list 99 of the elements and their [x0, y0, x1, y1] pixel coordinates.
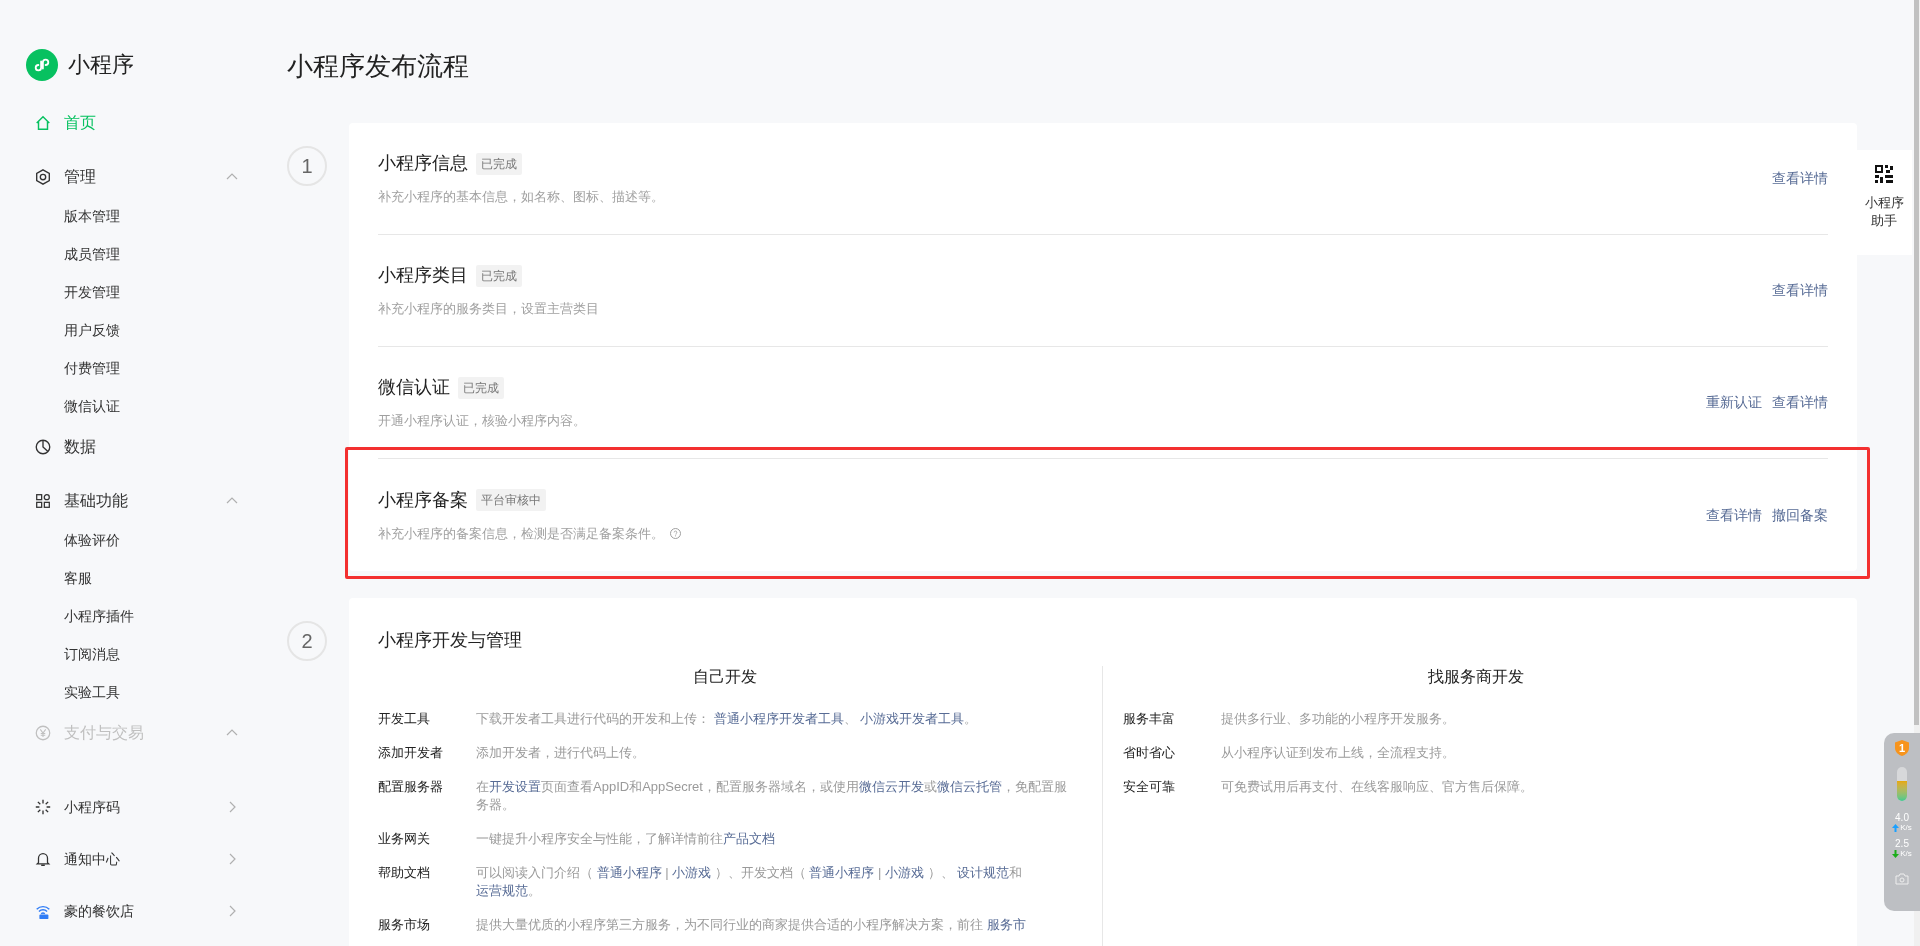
action-link[interactable]: 查看详情: [1772, 392, 1828, 413]
page-title: 小程序发布流程: [287, 50, 470, 83]
action-link[interactable]: 查看详情: [1772, 280, 1828, 301]
row-label: 添加开发者: [378, 744, 444, 762]
action-link[interactable]: 撤回备案: [1772, 504, 1828, 526]
row-description: 一键提升小程序安全与性能，了解详情前往产品文档: [476, 830, 775, 848]
sidebar-group-header[interactable]: 管理: [26, 157, 260, 197]
task-title: 微信认证: [378, 376, 450, 400]
text-link[interactable]: 服务市: [986, 917, 1026, 932]
group-label: 支付与交易: [64, 723, 144, 743]
row-description: 可以阅读入门介绍（ 普通小程序 | 小游戏 ）、开发文档（ 普通小程序 | 小游戏 ）、 设计规范和 运营规范。: [476, 864, 1024, 900]
task-description: 补充小程序的服务类目，设置主营类目: [378, 300, 599, 319]
text-link[interactable]: 普通小程序: [596, 865, 662, 880]
scrollbar-thumb[interactable]: [1914, 0, 1919, 725]
action-link[interactable]: 查看详情: [1706, 504, 1762, 526]
status-tag: 已完成: [476, 264, 522, 287]
text-link[interactable]: 设计规范: [957, 865, 1010, 880]
group-label: 管理: [64, 167, 96, 187]
sidebar-subitem[interactable]: 成员管理: [26, 235, 260, 273]
row-description: 提供多行业、多功能的小程序开发服务。: [1221, 710, 1455, 728]
task-description: 补充小程序的基本信息，如名称、图标、描述等。: [378, 188, 664, 207]
speed-unit: K/s: [1900, 849, 1912, 859]
camera-icon[interactable]: [1895, 873, 1909, 885]
row-description: 可免费试用后再支付、在线客服响应、官方售后保障。: [1221, 778, 1533, 796]
assistant-label: 小程序助手: [1863, 194, 1905, 230]
sidebar-subitem[interactable]: 用户反馈: [26, 311, 260, 349]
task-title: 小程序信息: [378, 152, 468, 176]
text-link[interactable]: 小游戏: [885, 865, 925, 880]
text-link[interactable]: 产品文档: [723, 831, 775, 846]
nav-label: 豪的餐饮店: [64, 901, 134, 921]
home-icon: [34, 114, 52, 132]
group-label: 基础功能: [64, 491, 128, 511]
text-link[interactable]: 普通小程序开发者工具: [713, 711, 844, 726]
status-tag: 平台审核中: [476, 489, 546, 512]
step-number: 1: [287, 146, 327, 186]
row-label: 帮助文档: [378, 864, 431, 882]
status-tag: 已完成: [458, 376, 504, 399]
text-link[interactable]: 小游戏开发者工具: [860, 711, 965, 726]
action-link[interactable]: 查看详情: [1772, 168, 1828, 189]
qr-code-icon: [1874, 164, 1894, 184]
step-number: 2: [287, 621, 327, 661]
speed-value: 2.5: [1895, 839, 1909, 849]
row-label: 开发工具: [378, 710, 431, 728]
sidebar-item[interactable]: 豪的餐饮店: [26, 885, 260, 937]
sidebar-group-header[interactable]: 基础功能: [26, 481, 260, 521]
sidebar-item[interactable]: 小程序码: [26, 781, 260, 833]
status-tag: 已完成: [476, 152, 522, 175]
column-heading: 自己开发: [692, 667, 758, 687]
task-description: 开通小程序认证，核验小程序内容。: [378, 412, 586, 431]
row-description: 下载开发者工具进行代码的开发和上传： 普通小程序开发者工具、 小游戏开发者工具。: [476, 710, 978, 728]
speed-unit: K/s: [1900, 823, 1912, 833]
nav-label: 通知中心: [64, 849, 120, 869]
row-label: 省时省心: [1123, 744, 1176, 762]
row-description: 在开发设置页面查看AppID和AppSecret，配置服务器域名，或使用微信云开发或微信云托管，免配置服务器。: [476, 778, 1068, 814]
shield-badge: 1: [1894, 739, 1910, 757]
sidebar-subitem[interactable]: 开发管理: [26, 273, 260, 311]
row-label: 安全可靠: [1123, 778, 1176, 796]
text-link[interactable]: 小游戏: [672, 865, 712, 880]
sidebar-subitem[interactable]: 体验评价: [26, 521, 260, 559]
text-link[interactable]: 运营规范: [476, 883, 528, 898]
text-link[interactable]: 普通小程序: [809, 865, 875, 880]
row-description: 从小程序认证到发布上线，全流程支持。: [1221, 744, 1455, 762]
task-description: 补充小程序的备案信息，检测是否满足备案条件。: [378, 524, 664, 543]
text-link[interactable]: 微信云托管: [936, 779, 1002, 794]
sidebar-subitem[interactable]: 客服: [26, 559, 260, 597]
sidebar-item[interactable]: 通知中心: [26, 833, 260, 885]
row-label: 配置服务器: [378, 778, 444, 796]
sidebar-item[interactable]: 数据: [26, 427, 260, 467]
sidebar-subitem[interactable]: 付费管理: [26, 349, 260, 387]
row-label: 服务丰富: [1123, 710, 1176, 728]
row-label: 服务市场: [378, 916, 431, 934]
app-logo-title: 小程序: [68, 51, 134, 79]
sidebar-subitem[interactable]: 版本管理: [26, 197, 260, 235]
task-title: 小程序类目: [378, 264, 468, 288]
sidebar-subitem[interactable]: 实验工具: [26, 673, 260, 711]
speed-value: 4.0: [1895, 813, 1909, 823]
text-link[interactable]: 开发设置: [489, 779, 541, 794]
up-arrow-icon: [1892, 824, 1900, 832]
row-label: 业务网关: [378, 830, 431, 848]
hexagon-icon: [34, 168, 52, 186]
assistant-panel[interactable]: 小程序助手: [1856, 150, 1912, 255]
row-description: 添加开发者，进行代码上传。: [476, 744, 645, 762]
down-arrow-icon: [1892, 850, 1900, 858]
nav-label: 小程序码: [64, 797, 120, 817]
section-title: 小程序开发与管理: [378, 629, 523, 652]
column-heading: 找服务商开发: [1426, 667, 1525, 687]
row-description: 提供大量优质的小程序第三方服务，为不同行业的商家提供合适的小程序解决方案，前往 服务市: [476, 916, 1026, 934]
sidebar-subitem[interactable]: 小程序插件: [26, 597, 260, 635]
action-link[interactable]: 重新认证: [1706, 392, 1762, 413]
text-link[interactable]: 微信云开发: [858, 779, 924, 794]
task-title: 小程序备案: [378, 488, 468, 512]
yen-icon: [34, 724, 52, 742]
bell-icon: [34, 850, 52, 868]
logo-icon: [26, 48, 58, 81]
sparkle-icon: [34, 798, 52, 816]
sidebar-subitem[interactable]: 微信认证: [26, 387, 260, 425]
sidebar-subitem[interactable]: 订阅消息: [26, 635, 260, 673]
apps-icon: [34, 492, 52, 510]
pie-chart-icon: [34, 438, 52, 456]
